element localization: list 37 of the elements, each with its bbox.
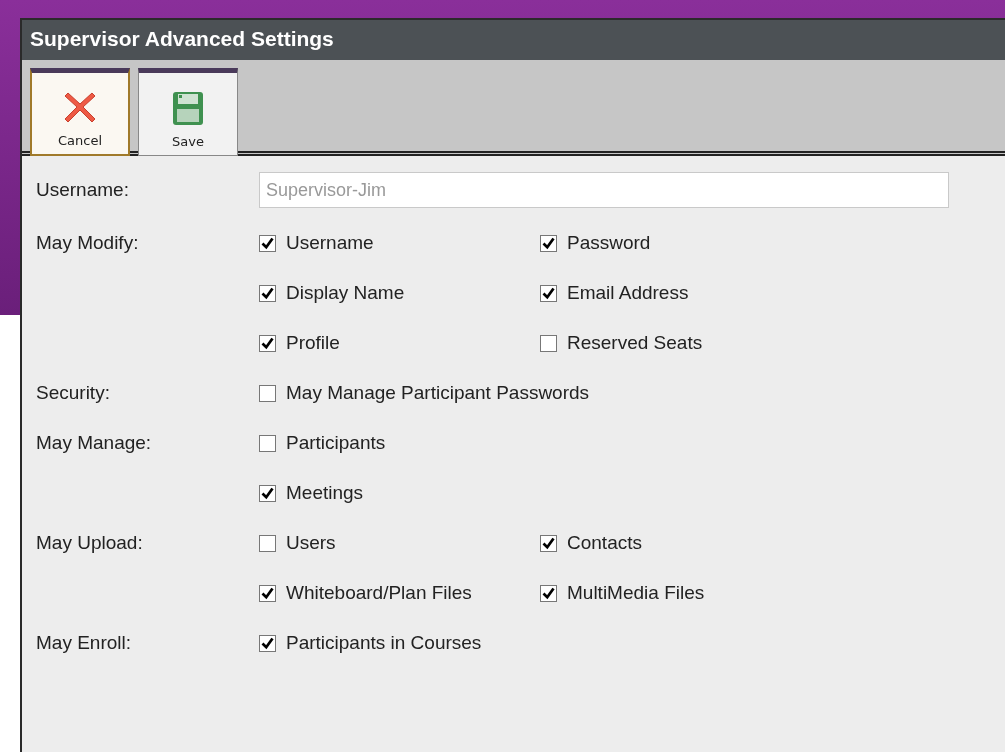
checkbox-label: May Manage Participant Passwords <box>286 382 590 404</box>
checkbox[interactable] <box>259 434 276 452</box>
checkbox[interactable] <box>259 534 276 552</box>
checkbox[interactable] <box>259 384 276 402</box>
checkbox-label: Display Name <box>286 282 405 304</box>
checkbox[interactable] <box>259 634 276 652</box>
checkbox-label: MultiMedia Files <box>567 582 705 604</box>
checkbox[interactable] <box>540 334 557 352</box>
checkbox-label: Username <box>286 232 374 254</box>
checkbox[interactable] <box>540 534 557 552</box>
checkbox[interactable] <box>540 284 557 302</box>
field-label: Security: <box>36 382 111 404</box>
checkbox-label: Participants <box>286 432 386 454</box>
checkbox-label: Whiteboard/Plan Files <box>286 582 472 604</box>
save-button[interactable]: Save <box>138 68 238 156</box>
cancel-button[interactable]: Cancel <box>30 68 130 156</box>
field-label: May Manage: <box>36 432 153 454</box>
checkbox-label: Contacts <box>567 532 642 554</box>
checkbox-label: Participants in Courses <box>286 632 482 654</box>
window-title: Supervisor Advanced Settings <box>22 20 1005 60</box>
checkbox-label: Email Address <box>567 282 689 304</box>
field-label: May Enroll: <box>36 632 133 654</box>
checkbox[interactable] <box>540 234 557 252</box>
field-label: May Upload: <box>36 532 144 554</box>
checkbox[interactable] <box>540 584 557 602</box>
field-label: May Modify: <box>36 232 140 254</box>
field-label: Username: <box>36 179 130 201</box>
checkbox[interactable] <box>259 334 276 352</box>
checkbox-label: Profile <box>286 332 340 354</box>
checkbox-label: Users <box>286 532 336 554</box>
checkbox-label: Password <box>567 232 651 254</box>
checkbox-label: Reserved Seats <box>567 332 703 354</box>
checkbox[interactable] <box>259 284 276 302</box>
checkbox-label: Meetings <box>286 482 364 504</box>
checkbox[interactable] <box>259 234 276 252</box>
checkbox[interactable] <box>259 584 276 602</box>
checkbox[interactable] <box>259 484 276 502</box>
